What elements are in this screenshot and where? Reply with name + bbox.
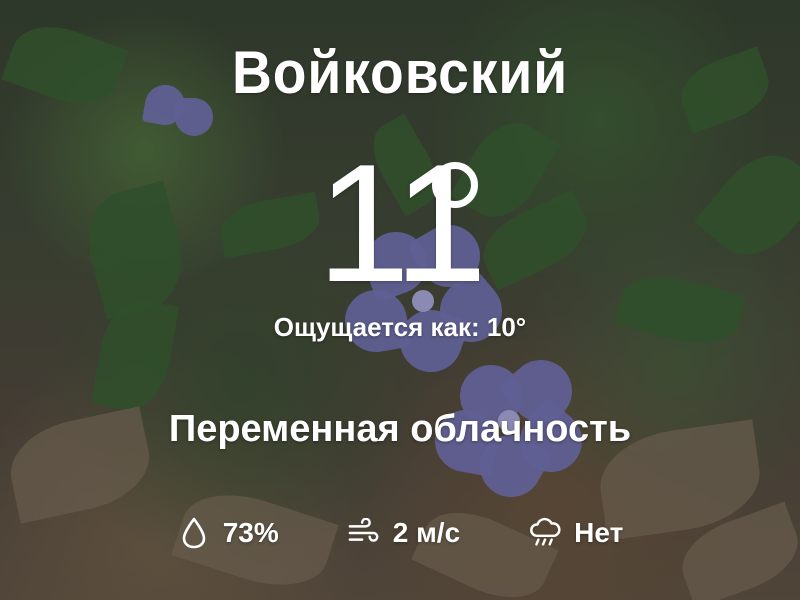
- feels-like-text: Ощущается как: 10°: [273, 312, 527, 342]
- weather-stats: 73% 2 м/с Нет: [0, 510, 800, 556]
- precipitation-stat: Нет: [528, 516, 623, 550]
- weather-widget: Войковский 11 Ощущается как: 10° Перемен…: [0, 0, 800, 600]
- wind-value: 2 м/с: [392, 517, 461, 548]
- humidity-stat: 73%: [177, 516, 279, 550]
- temperature-block: 11: [0, 138, 800, 308]
- humidity-value: 73%: [222, 517, 279, 548]
- rain-cloud-icon: [528, 516, 562, 550]
- degree-symbol: [432, 162, 478, 208]
- wind-icon: [347, 516, 381, 550]
- precipitation-value: Нет: [574, 517, 624, 548]
- wind-stat: 2 м/с: [347, 516, 460, 550]
- droplet-icon: [177, 516, 211, 550]
- location-name: Войковский: [231, 39, 569, 106]
- weather-condition: Переменная облачность: [168, 408, 632, 450]
- temperature-value: 11: [316, 129, 487, 317]
